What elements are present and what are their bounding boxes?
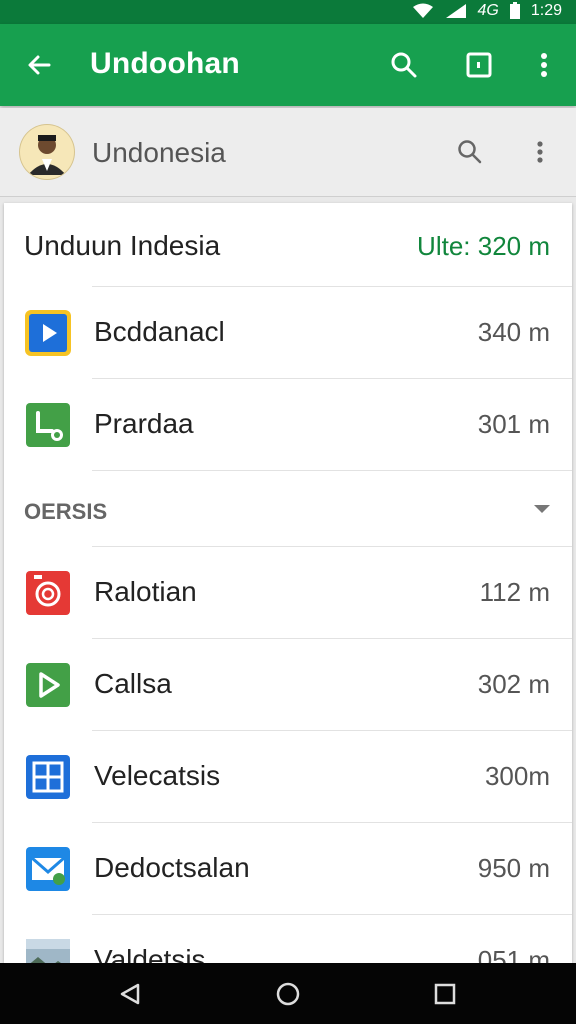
nav-recent-button[interactable]: [428, 977, 462, 1011]
app-title: Undoohan: [90, 47, 240, 80]
item-size: 051 m: [477, 945, 550, 963]
clock: 1:29: [530, 2, 562, 19]
search-button[interactable]: [385, 46, 423, 84]
overflow-menu-button[interactable]: [525, 46, 563, 84]
wifi-icon: [412, 3, 433, 18]
navigation-bar: [0, 963, 576, 1024]
item-name: Callsa: [94, 668, 172, 699]
more-vertical-icon: [537, 141, 543, 163]
search-icon: [391, 52, 417, 78]
downloads-title: Unduun Indesia: [24, 230, 221, 261]
section-title: OERSIS: [24, 499, 108, 524]
more-vertical-icon: [541, 53, 547, 77]
list-item[interactable]: Ralotian 112 m: [4, 547, 572, 639]
item-name: Dedoctsalan: [94, 852, 250, 883]
phone-icon: [26, 403, 70, 447]
square-recent-icon: [434, 983, 456, 1005]
play-icon: [26, 663, 70, 707]
search-bar-more-button[interactable]: [522, 134, 558, 170]
section-header[interactable]: OERSIS: [4, 471, 572, 547]
item-size: 301 m: [477, 409, 550, 439]
search-icon: [458, 140, 482, 164]
list-item[interactable]: Bcddanacl 340 m: [4, 287, 572, 379]
avatar[interactable]: [20, 125, 74, 179]
list-item[interactable]: Dedoctsalan 950 m: [4, 823, 572, 915]
chevron-down-icon[interactable]: [532, 499, 552, 519]
mail-icon: [26, 847, 70, 891]
app-bar: Undoohan: [0, 24, 576, 106]
item-size: 950 m: [477, 853, 550, 883]
status-bar: 4G 1:29: [0, 0, 576, 24]
list-item[interactable]: Valdetsis 051 m: [4, 915, 572, 963]
downloads-total: Ulte: 320 m: [417, 231, 550, 261]
nav-home-button[interactable]: [271, 977, 305, 1011]
downloads-card: Unduun Indesia Ulte: 320 m Bcddanacl 340…: [4, 203, 572, 963]
network-type: 4G: [477, 2, 499, 19]
item-size: 112 m: [479, 577, 550, 607]
downloads-header: Unduun Indesia Ulte: 320 m: [4, 203, 572, 287]
list-item[interactable]: Prardaa 301 m: [4, 379, 572, 471]
item-size: 300m: [484, 761, 550, 791]
item-name: Ralotian: [94, 576, 197, 607]
item-size: 340 m: [477, 317, 550, 347]
video-icon: [25, 310, 71, 356]
select-button[interactable]: [460, 46, 498, 84]
item-name: Valdetsis: [94, 944, 206, 963]
square-select-icon: [466, 52, 492, 78]
item-name: Bcddanacl: [94, 316, 225, 347]
nav-back-button[interactable]: [113, 977, 147, 1011]
list-item[interactable]: Velecatsis 300m: [4, 731, 572, 823]
photo-icon: [26, 939, 70, 963]
signal-icon: [445, 4, 466, 18]
item-name: Velecatsis: [94, 760, 221, 791]
camera-icon: [26, 571, 70, 615]
arrow-back-icon: [28, 55, 51, 75]
search-bar-label: Undonesia: [92, 137, 226, 168]
triangle-back-icon: [120, 983, 140, 1005]
item-name: Prardaa: [94, 408, 194, 439]
grid-icon: [26, 755, 70, 799]
search-bar[interactable]: Undonesia: [0, 108, 576, 197]
person-icon: [28, 135, 66, 175]
back-button[interactable]: [20, 46, 58, 84]
battery-icon: [509, 2, 520, 19]
search-bar-search-button[interactable]: [452, 134, 488, 170]
status-icons: 4G 1:29: [412, 2, 562, 20]
circle-home-icon: [276, 982, 300, 1006]
list-item[interactable]: Callsa 302 m: [4, 639, 572, 731]
item-size: 302 m: [477, 669, 550, 699]
